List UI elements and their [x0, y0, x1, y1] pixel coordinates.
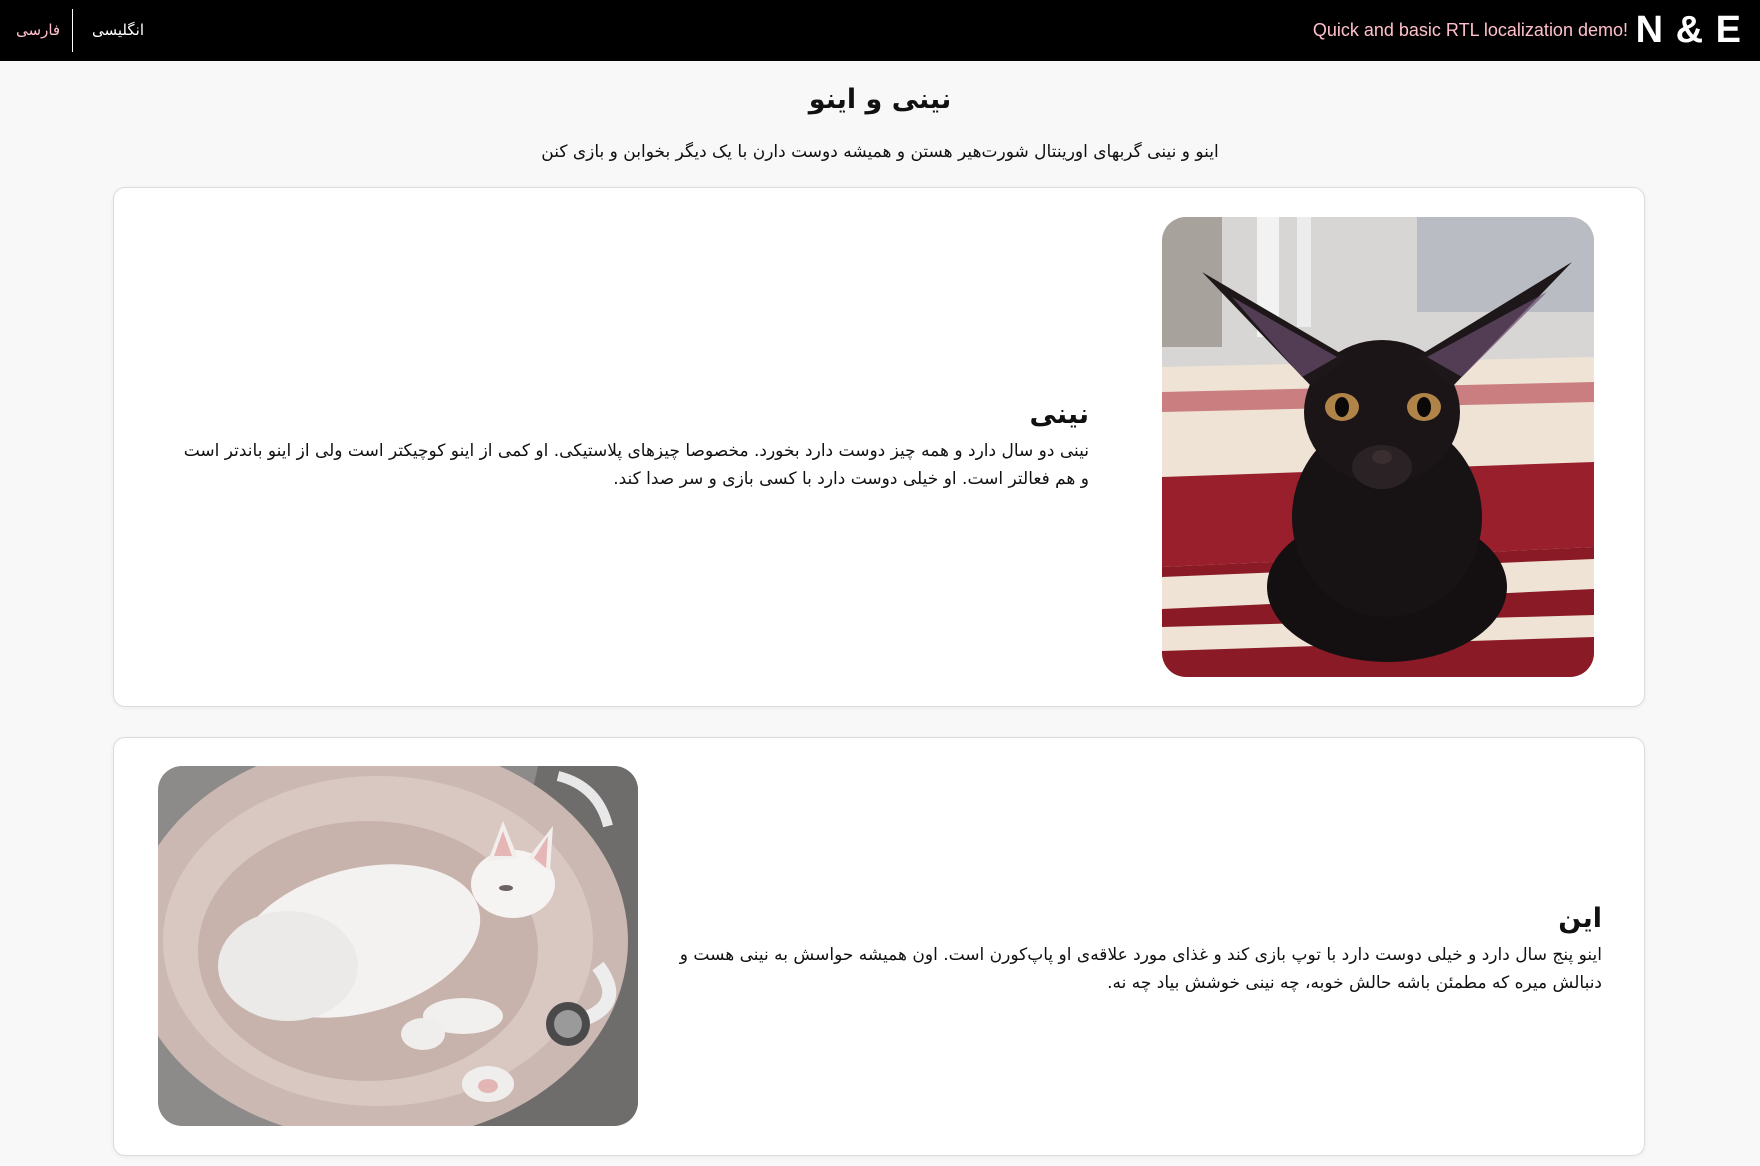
white-oriental-cat-photo: [158, 766, 638, 1126]
language-divider: [72, 9, 73, 52]
page-title: نینی و اینو: [808, 84, 952, 115]
cat-description: نینی دو سال دارد و همه چیز دوست دارد بخو…: [183, 441, 1089, 489]
page-intro: اینو و نینی گربهای اورینتال شورت‌هیر هست…: [541, 142, 1219, 162]
top-navbar: فارسی انگلیسی Quick and basic RTL locali…: [0, 0, 1760, 61]
cat-name: نینی: [1029, 399, 1090, 430]
cat-info-nini: نینی نینی دو سال دارد و همه چیز دوست دار…: [179, 397, 1089, 493]
cat-description: اینو پنج سال دارد و خیلی دوست دارد با تو…: [679, 945, 1602, 993]
cat-name: این: [1558, 903, 1602, 934]
cat-card-nini: نینی نینی دو سال دارد و همه چیز دوست دار…: [113, 187, 1645, 707]
black-oriental-cat-photo: [1162, 217, 1594, 677]
brand-logo[interactable]: N & E: [1636, 6, 1742, 54]
site-tagline: Quick and basic RTL localization demo!: [1312, 20, 1628, 40]
language-link-english[interactable]: انگلیسی: [92, 18, 144, 42]
language-link-persian[interactable]: فارسی: [16, 18, 60, 42]
cat-card-ino: این اینو پنج سال دارد و خیلی دوست دارد ب…: [113, 737, 1645, 1156]
cat-info-ino: این اینو پنج سال دارد و خیلی دوست دارد ب…: [672, 901, 1602, 997]
